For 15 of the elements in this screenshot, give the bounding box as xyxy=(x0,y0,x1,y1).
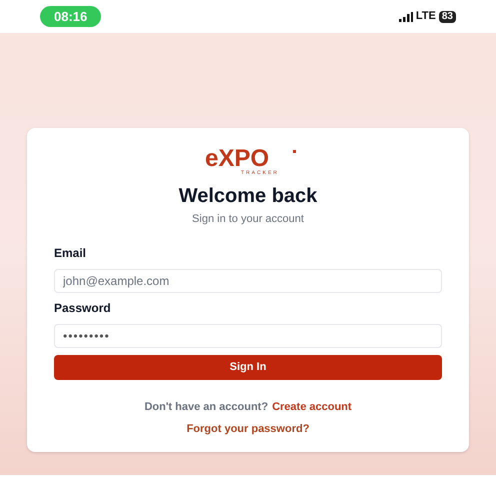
field-label: Password xyxy=(54,300,112,316)
network-label: LTE xyxy=(416,9,436,24)
subtitle: Sign in to your account xyxy=(192,212,304,227)
forgot-password-link[interactable]: Forgot your password? xyxy=(186,421,310,438)
password-field[interactable]: ••••••••• xyxy=(54,324,442,348)
signal-icon xyxy=(398,12,413,22)
title: Welcome back xyxy=(178,184,318,208)
email-field[interactable]: john@example.com xyxy=(54,268,442,292)
sign-in-button[interactable]: Sign In xyxy=(54,354,442,380)
time-pill: 08:16 xyxy=(40,6,102,28)
battery-indicator: 83 xyxy=(438,10,456,22)
field-label: Email xyxy=(54,244,88,262)
create-account-link[interactable]: Create account xyxy=(272,398,352,415)
logo-wordmark: eXPO xyxy=(205,146,270,172)
signup-prompt: Don't have an account? xyxy=(144,400,268,414)
